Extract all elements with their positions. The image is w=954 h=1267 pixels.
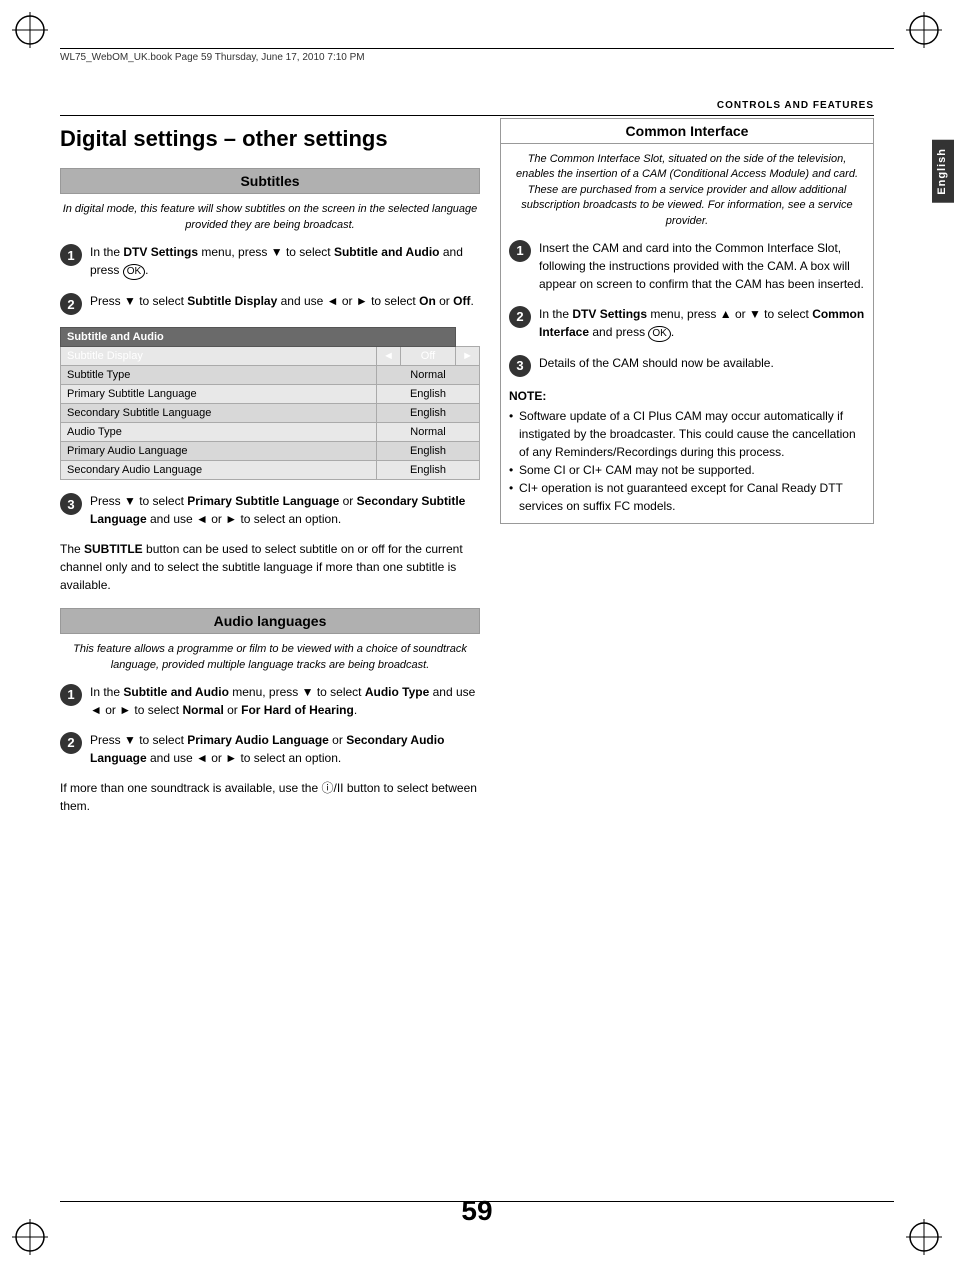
note-item-2: Some CI or CI+ CAM may not be supported. — [509, 461, 865, 479]
left-column: Digital settings – other settings Subtit… — [60, 118, 480, 1187]
step-3-num: 3 — [60, 493, 82, 515]
table-row-primary-audio-lang: Primary Audio Language English — [61, 442, 480, 461]
ci-step-3: 3 Details of the CAM should now be avail… — [509, 354, 865, 377]
step-1-text: In the DTV Settings menu, press ▼ to sel… — [90, 243, 480, 280]
ci-step-1-num: 1 — [509, 240, 531, 262]
row-label: Secondary Audio Language — [61, 461, 377, 480]
subtitle-button-note: The SUBTITLE button can be used to selec… — [60, 540, 480, 594]
table-title: Subtitle and Audio — [61, 328, 456, 347]
audio-step-2-num: 2 — [60, 732, 82, 754]
audio-step-1-text: In the Subtitle and Audio menu, press ▼ … — [90, 683, 480, 719]
audio-step-1-num: 1 — [60, 684, 82, 706]
step-2-num: 2 — [60, 293, 82, 315]
language-tab-text: English — [936, 148, 948, 195]
row-value: English — [377, 404, 480, 423]
step-1-num: 1 — [60, 244, 82, 266]
subtitles-header: Subtitles — [60, 168, 480, 194]
file-info-text: WL75_WebOM_UK.book Page 59 Thursday, Jun… — [60, 52, 365, 63]
row-label: Subtitle Type — [61, 366, 377, 385]
main-content: Digital settings – other settings Subtit… — [60, 118, 874, 1187]
row-label: Secondary Subtitle Language — [61, 404, 377, 423]
table-row-subtitle-display: Subtitle Display ◄ Off ► — [61, 347, 480, 366]
file-info-bar: WL75_WebOM_UK.book Page 59 Thursday, Jun… — [60, 48, 894, 63]
page-number: 59 — [461, 1195, 492, 1227]
row-label: Primary Subtitle Language — [61, 385, 377, 404]
ci-step-1-text: Insert the CAM and card into the Common … — [539, 239, 865, 293]
corner-mark-tr — [904, 10, 944, 50]
audio-step-2: 2 Press ▼ to select Primary Audio Langua… — [60, 731, 480, 767]
table-header-row: Subtitle and Audio — [61, 328, 480, 347]
subtitles-step-1: 1 In the DTV Settings menu, press ▼ to s… — [60, 243, 480, 280]
note-item-3: CI+ operation is not guaranteed except f… — [509, 479, 865, 515]
audio-step-1: 1 In the Subtitle and Audio menu, press … — [60, 683, 480, 719]
audio-languages-section: Audio languages This feature allows a pr… — [60, 608, 480, 815]
row-value: Normal — [377, 423, 480, 442]
audio-languages-header: Audio languages — [60, 608, 480, 634]
subtitle-audio-table: Subtitle and Audio Subtitle Display ◄ Of… — [60, 327, 480, 480]
language-tab: English — [932, 140, 954, 203]
row-label: Primary Audio Language — [61, 442, 377, 461]
row-value: English — [377, 442, 480, 461]
ci-step-3-num: 3 — [509, 355, 531, 377]
row-value: Normal — [377, 366, 480, 385]
ci-step-2-num: 2 — [509, 306, 531, 328]
row-arrow-left: ◄ — [377, 347, 401, 366]
ci-body: The Common Interface Slot, situated on t… — [501, 144, 873, 523]
step-2-text: Press ▼ to select Subtitle Display and u… — [90, 292, 480, 310]
audio-end-note: If more than one soundtrack is available… — [60, 779, 480, 815]
table-row-audio-type: Audio Type Normal — [61, 423, 480, 442]
table-row-secondary-sub-lang: Secondary Subtitle Language English — [61, 404, 480, 423]
audio-languages-note: This feature allows a programme or film … — [60, 642, 480, 673]
ci-step-2-text: In the DTV Settings menu, press ▲ or ▼ t… — [539, 305, 865, 342]
ci-step-2: 2 In the DTV Settings menu, press ▲ or ▼… — [509, 305, 865, 342]
row-arrow-right: ► — [456, 347, 480, 366]
row-value: Off — [400, 347, 455, 366]
subtitles-step-2: 2 Press ▼ to select Subtitle Display and… — [60, 292, 480, 315]
ci-intro-text: The Common Interface Slot, situated on t… — [509, 152, 865, 229]
table-row-subtitle-type: Subtitle Type Normal — [61, 366, 480, 385]
common-interface-header: Common Interface — [501, 119, 873, 144]
note-list: Software update of a CI Plus CAM may occ… — [509, 407, 865, 515]
controls-features-label: CONTROLS AND FEATURES — [717, 100, 874, 111]
section-header-label: CONTROLS AND FEATURES — [60, 100, 874, 116]
corner-mark-br — [904, 1217, 944, 1257]
row-value: English — [377, 461, 480, 480]
row-label: Subtitle Display — [61, 347, 377, 366]
page-container: WL75_WebOM_UK.book Page 59 Thursday, Jun… — [0, 0, 954, 1267]
subtitles-note: In digital mode, this feature will show … — [60, 202, 480, 233]
common-interface-box: Common Interface The Common Interface Sl… — [500, 118, 874, 524]
row-value: English — [377, 385, 480, 404]
ci-note-section: NOTE: Software update of a CI Plus CAM m… — [509, 389, 865, 515]
row-label: Audio Type — [61, 423, 377, 442]
subtitles-section: Subtitles In digital mode, this feature … — [60, 168, 480, 594]
corner-mark-bl — [10, 1217, 50, 1257]
subtitles-step-3: 3 Press ▼ to select Primary Subtitle Lan… — [60, 492, 480, 528]
step-3-text: Press ▼ to select Primary Subtitle Langu… — [90, 492, 480, 528]
ci-step-1: 1 Insert the CAM and card into the Commo… — [509, 239, 865, 293]
corner-mark-tl — [10, 10, 50, 50]
right-column: Common Interface The Common Interface Sl… — [500, 118, 874, 1187]
page-title: Digital settings – other settings — [60, 126, 480, 152]
table-row-secondary-audio-lang: Secondary Audio Language English — [61, 461, 480, 480]
note-label: NOTE: — [509, 389, 865, 403]
ci-header-text: Common Interface — [626, 123, 749, 139]
table-row-primary-sub-lang: Primary Subtitle Language English — [61, 385, 480, 404]
audio-step-2-text: Press ▼ to select Primary Audio Language… — [90, 731, 480, 767]
ci-step-3-text: Details of the CAM should now be availab… — [539, 354, 865, 372]
note-item-1: Software update of a CI Plus CAM may occ… — [509, 407, 865, 461]
